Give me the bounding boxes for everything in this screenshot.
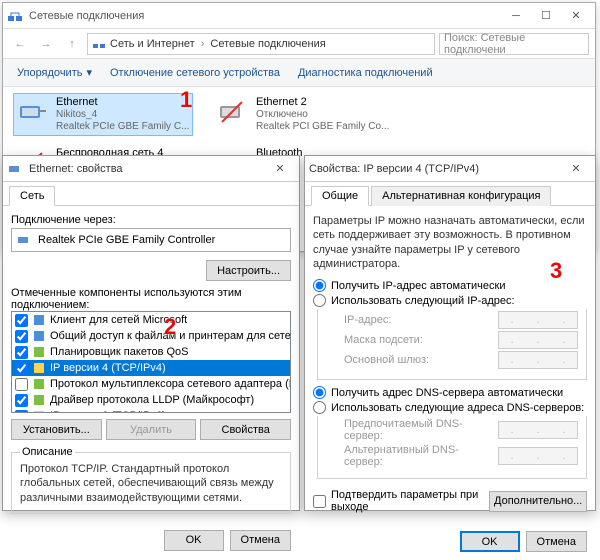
tab-alt-config[interactable]: Альтернативная конфигурация [371, 186, 551, 206]
window-title: Сетевые подключения [29, 10, 501, 22]
tab-network[interactable]: Сеть [9, 186, 55, 206]
tabs: Общие Альтернативная конфигурация [305, 186, 595, 206]
breadcrumb-2[interactable]: Сетевые подключения [210, 38, 325, 50]
list-item: Клиент для сетей Microsoft [12, 312, 290, 328]
minimize-button[interactable]: ─ [501, 5, 531, 27]
address-toolbar: ← → ↑ Сеть и Интернет › Сетевые подключе… [3, 29, 595, 59]
disable-device-cmd[interactable]: Отключение сетевого устройства [102, 63, 288, 83]
gateway-label: Основной шлюз: [344, 354, 494, 366]
remove-button[interactable]: Удалить [106, 419, 197, 440]
list-item: Драйвер протокола LLDP (Майкрософт) [12, 392, 290, 408]
titlebar-main: Сетевые подключения ─ ☐ ✕ [3, 3, 595, 29]
list-item: Протокол мультиплексора сетевого адаптер… [12, 376, 290, 392]
cancel-button[interactable]: Отмена [230, 530, 291, 551]
intro-text: Параметры IP можно назначать автоматичес… [313, 214, 587, 271]
adapter-icon [16, 96, 48, 128]
list-item-tcpipv4: IP версии 4 (TCP/IPv4) [12, 360, 290, 376]
description-text: Протокол TCP/IP. Стандартный протокол гл… [20, 462, 282, 505]
network-icon [7, 8, 23, 24]
ok-button[interactable]: OK [164, 530, 224, 551]
back-button[interactable]: ← [9, 33, 31, 55]
forward-button[interactable]: → [35, 33, 57, 55]
connection-ethernet[interactable]: EthernetNikitos_4Realtek PCIe GBE Family… [13, 93, 193, 136]
adapter-icon [216, 96, 248, 128]
list-item: Планировщик пакетов QoS [12, 344, 290, 360]
list-item: Общий доступ к файлам и принтерам для се… [12, 328, 290, 344]
gateway-input: ... [498, 351, 578, 369]
radio-auto-dns[interactable]: Получить адрес DNS-сервера автоматически [313, 386, 587, 399]
organize-menu[interactable]: Упорядочить ▾ [9, 62, 100, 83]
components-label: Отмеченные компоненты используются этим … [11, 287, 291, 311]
breadcrumb-icon [92, 37, 106, 51]
close-button[interactable]: ✕ [561, 5, 591, 27]
dialog-title: Ethernet: свойства [29, 163, 265, 175]
titlebar-tcp: Свойства: IP версии 4 (TCP/IPv4) ✕ [305, 156, 595, 182]
annotation-2: 2 [164, 314, 176, 340]
confirm-on-exit-checkbox[interactable]: Подтвердить параметры при выходе [313, 489, 489, 513]
command-bar: Упорядочить ▾ Отключение сетевого устрой… [3, 59, 595, 87]
close-button[interactable]: ✕ [561, 158, 591, 180]
annotation-3: 3 [550, 258, 562, 284]
diagnose-cmd[interactable]: Диагностика подключений [290, 63, 441, 83]
search-input[interactable]: Поиск: Сетевые подключени [439, 33, 589, 55]
components-list[interactable]: Клиент для сетей Microsoft Общий доступ … [11, 311, 291, 413]
breadcrumb-1[interactable]: Сеть и Интернет [110, 38, 195, 50]
component-properties-button[interactable]: Свойства [200, 419, 291, 440]
dns2-label: Альтернативный DNS-сервер: [344, 444, 494, 468]
dns2-input: ... [498, 447, 578, 465]
description-label: Описание [20, 446, 75, 458]
tabs: Сеть [3, 186, 299, 206]
adapter-name: Realtek PCIe GBE Family Controller [38, 234, 215, 246]
ethernet-properties-dialog: Ethernet: свойства ✕ Сеть Подключение че… [2, 155, 300, 511]
connect-via-label: Подключение через: [11, 214, 291, 226]
radio-auto-ip[interactable]: Получить IP-адрес автоматически [313, 279, 587, 292]
close-button[interactable]: ✕ [265, 158, 295, 180]
advanced-button[interactable]: Дополнительно... [489, 491, 587, 512]
adapter-small-icon [7, 161, 23, 177]
up-button[interactable]: ↑ [61, 33, 83, 55]
connection-ethernet2[interactable]: Ethernet 2ОтключеноRealtek PCI GBE Famil… [213, 93, 393, 136]
radio-manual-ip[interactable]: Использовать следующий IP-адрес: [313, 294, 587, 307]
ok-button[interactable]: OK [460, 531, 520, 552]
configure-button[interactable]: Настроить... [206, 260, 291, 281]
mask-input: ... [498, 331, 578, 349]
cancel-button[interactable]: Отмена [526, 531, 587, 552]
dialog-title: Свойства: IP версии 4 (TCP/IPv4) [309, 163, 561, 175]
maximize-button[interactable]: ☐ [531, 5, 561, 27]
tcpipv4-properties-dialog: Свойства: IP версии 4 (TCP/IPv4) ✕ Общие… [304, 155, 596, 511]
radio-manual-dns[interactable]: Использовать следующие адреса DNS-сервер… [313, 401, 587, 414]
list-item: IP версии 6 (TCP/IPv6) [12, 408, 290, 413]
adapter-box: Realtek PCIe GBE Family Controller [11, 228, 291, 252]
ip-label: IP-адрес: [344, 314, 494, 326]
ip-input: ... [498, 311, 578, 329]
tab-general[interactable]: Общие [311, 186, 369, 206]
install-button[interactable]: Установить... [11, 419, 102, 440]
titlebar-props: Ethernet: свойства ✕ [3, 156, 299, 182]
mask-label: Маска подсети: [344, 334, 494, 346]
adapter-small-icon [16, 232, 32, 248]
dns1-input: ... [498, 421, 578, 439]
address-bar[interactable]: Сеть и Интернет › Сетевые подключения [87, 33, 435, 55]
dns1-label: Предпочитаемый DNS-сервер: [344, 418, 494, 442]
annotation-1: 1 [180, 87, 192, 113]
